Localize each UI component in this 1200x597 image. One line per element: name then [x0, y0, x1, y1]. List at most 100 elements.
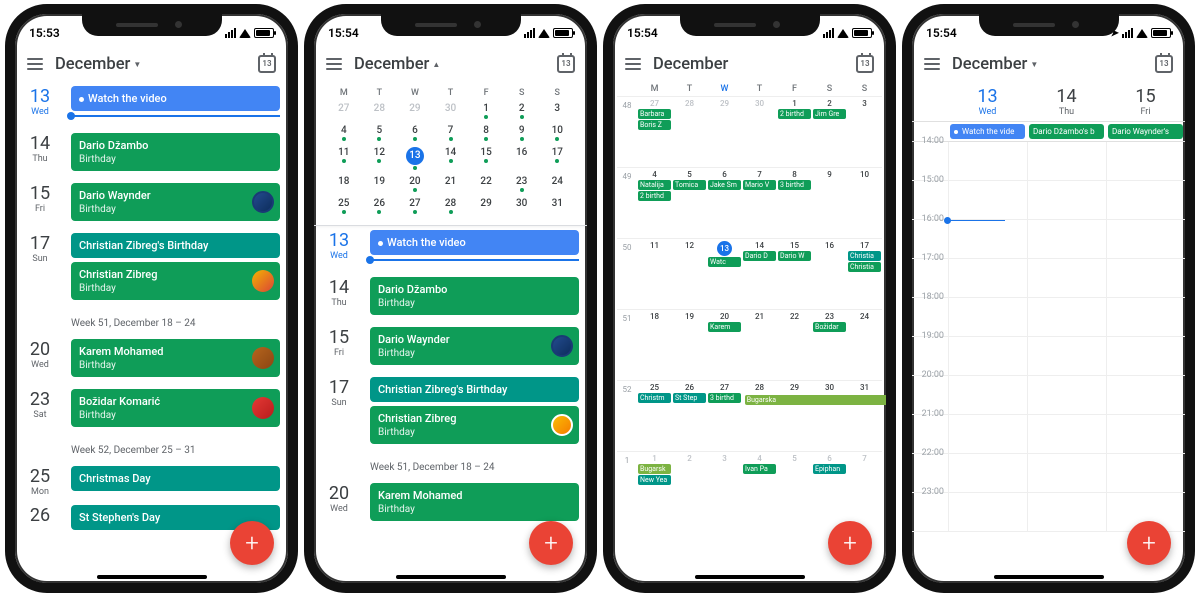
day-header[interactable]: 14Thu	[1027, 82, 1106, 121]
month-day-cell[interactable]: 7Mario V	[742, 168, 777, 238]
calendar-day[interactable]: 11	[326, 144, 362, 173]
event-card[interactable]: Dario DžamboBirthday	[370, 277, 579, 315]
calendar-day[interactable]: 8	[468, 122, 504, 144]
month-day-cell[interactable]: 17ChristiaChristia	[847, 239, 882, 309]
date-label[interactable]: 20Wed	[15, 339, 65, 381]
event-chip[interactable]: Karem	[708, 322, 741, 332]
month-day-cell[interactable]: 30	[742, 97, 777, 167]
event-chip[interactable]: Boris Z	[638, 120, 671, 130]
month-day-cell[interactable]: 10	[847, 168, 882, 238]
month-day-cell[interactable]: 2Jim Gre	[812, 97, 847, 167]
event-chip[interactable]: 3 birthd	[778, 180, 811, 190]
date-label[interactable]: 15Fri	[314, 327, 364, 369]
calendar-day[interactable]: 20	[397, 173, 433, 195]
event-chip[interactable]: Ivan Pa	[743, 464, 776, 474]
month-day-cell[interactable]: 13Watc	[707, 239, 742, 309]
allday-event[interactable]: Dario Waynder's	[1108, 124, 1183, 139]
month-label[interactable]: December	[653, 55, 728, 74]
add-button[interactable]: +	[230, 521, 274, 565]
home-indicator[interactable]	[695, 575, 805, 579]
date-label[interactable]: 25Mon	[15, 466, 65, 497]
calendar-day[interactable]: 27	[397, 195, 433, 217]
menu-icon[interactable]	[924, 58, 940, 70]
event-chip[interactable]: Bugarsk	[638, 464, 671, 474]
date-label[interactable]: 13Wed	[15, 86, 65, 125]
calendar-day[interactable]: 16	[504, 144, 540, 173]
month-day-cell[interactable]: 22	[777, 310, 812, 380]
date-label[interactable]: 13Wed	[314, 230, 364, 269]
calendar-day[interactable]: 31	[539, 195, 575, 217]
calendar-day[interactable]: 22	[468, 173, 504, 195]
event-chip[interactable]: Christia	[848, 262, 881, 272]
month-day-cell[interactable]: 3	[707, 452, 742, 509]
date-label[interactable]: 20Wed	[314, 483, 364, 525]
add-button[interactable]: +	[828, 521, 872, 565]
month-day-cell[interactable]: 19	[672, 310, 707, 380]
month-day-cell[interactable]: 15Dario W	[777, 239, 812, 309]
date-label[interactable]: 23Sat	[15, 389, 65, 431]
calendar-day[interactable]: 24	[539, 173, 575, 195]
month-day-cell[interactable]: 5Tomica	[672, 168, 707, 238]
event-card[interactable]: Christmas Day	[71, 466, 280, 491]
menu-icon[interactable]	[625, 58, 641, 70]
calendar-day[interactable]: 21	[433, 173, 469, 195]
month-day-cell[interactable]: 29	[777, 381, 812, 451]
event-chip[interactable]: Christm	[638, 393, 671, 403]
calendar-day[interactable]: 27	[326, 100, 362, 122]
event-chip[interactable]: New Yea	[638, 475, 671, 485]
event-card[interactable]: Dario WaynderBirthday	[71, 183, 280, 221]
home-indicator[interactable]	[396, 575, 506, 579]
menu-icon[interactable]	[27, 58, 43, 70]
date-label[interactable]: 17Sun	[314, 377, 364, 448]
event-chip[interactable]: Epiphan	[813, 464, 846, 474]
month-day-cell[interactable]: 30	[812, 381, 847, 451]
calendar-day[interactable]: 13	[397, 144, 433, 173]
calendar-day[interactable]: 6	[397, 122, 433, 144]
month-day-cell[interactable]: 21	[742, 310, 777, 380]
event-chip[interactable]: Jim Gre	[813, 109, 846, 119]
calendar-day[interactable]: 9	[504, 122, 540, 144]
month-day-cell[interactable]: 4Natalija2 birthd	[637, 168, 672, 238]
allday-event[interactable]: Watch the vide	[950, 124, 1025, 139]
month-day-cell[interactable]: 31	[847, 381, 882, 451]
today-button[interactable]: 13	[557, 55, 575, 73]
event-chip[interactable]: Jake Sm	[708, 180, 741, 190]
calendar-day[interactable]: 28	[433, 195, 469, 217]
event-chip[interactable]: Watc	[708, 257, 741, 267]
calendar-day[interactable]: 19	[362, 173, 398, 195]
month-day-cell[interactable]: 12	[672, 239, 707, 309]
event-card[interactable]: Christian Zibreg's Birthday	[71, 233, 280, 258]
event-chip[interactable]: 3 birthd	[708, 393, 741, 403]
day-header[interactable]: 13Wed	[948, 82, 1027, 121]
calendar-day[interactable]: 28	[362, 100, 398, 122]
month-day-cell[interactable]: 27BarbaraBoris Z	[637, 97, 672, 167]
month-day-cell[interactable]: 1BugarskNew Yea	[637, 452, 672, 509]
month-selector[interactable]: December▲	[354, 55, 440, 74]
add-button[interactable]: +	[1127, 521, 1171, 565]
date-label[interactable]: 17Sun	[15, 233, 65, 304]
event-card[interactable]: Dario DžamboBirthday	[71, 133, 280, 171]
event-card[interactable]: Christian ZibregBirthday	[370, 406, 579, 444]
calendar-day[interactable]: 14	[433, 144, 469, 173]
today-button[interactable]: 13	[258, 55, 276, 73]
event-card[interactable]: Watch the video	[71, 86, 280, 111]
calendar-day[interactable]: 30	[433, 100, 469, 122]
event-card[interactable]: Dario WaynderBirthday	[370, 327, 579, 365]
month-day-cell[interactable]: 7	[847, 452, 882, 509]
date-label[interactable]: 26	[15, 505, 65, 534]
schedule-list[interactable]: 13WedWatch the video14ThuDario DžamboBir…	[314, 226, 587, 529]
calendar-day[interactable]: 7	[433, 122, 469, 144]
month-day-cell[interactable]: 12 birthd	[777, 97, 812, 167]
month-day-cell[interactable]: 273 birthd	[707, 381, 742, 451]
calendar-day[interactable]: 3	[539, 100, 575, 122]
calendar-day[interactable]: 5	[362, 122, 398, 144]
calendar-day[interactable]: 30	[504, 195, 540, 217]
month-day-cell[interactable]: 11	[637, 239, 672, 309]
month-day-cell[interactable]: 25Christm	[637, 381, 672, 451]
month-day-cell[interactable]: 9	[812, 168, 847, 238]
event-card[interactable]: Karem MohamedBirthday	[370, 483, 579, 521]
month-day-cell[interactable]: 23Božidar	[812, 310, 847, 380]
date-label[interactable]: 14Thu	[15, 133, 65, 175]
menu-icon[interactable]	[326, 58, 342, 70]
calendar-day[interactable]: 26	[362, 195, 398, 217]
